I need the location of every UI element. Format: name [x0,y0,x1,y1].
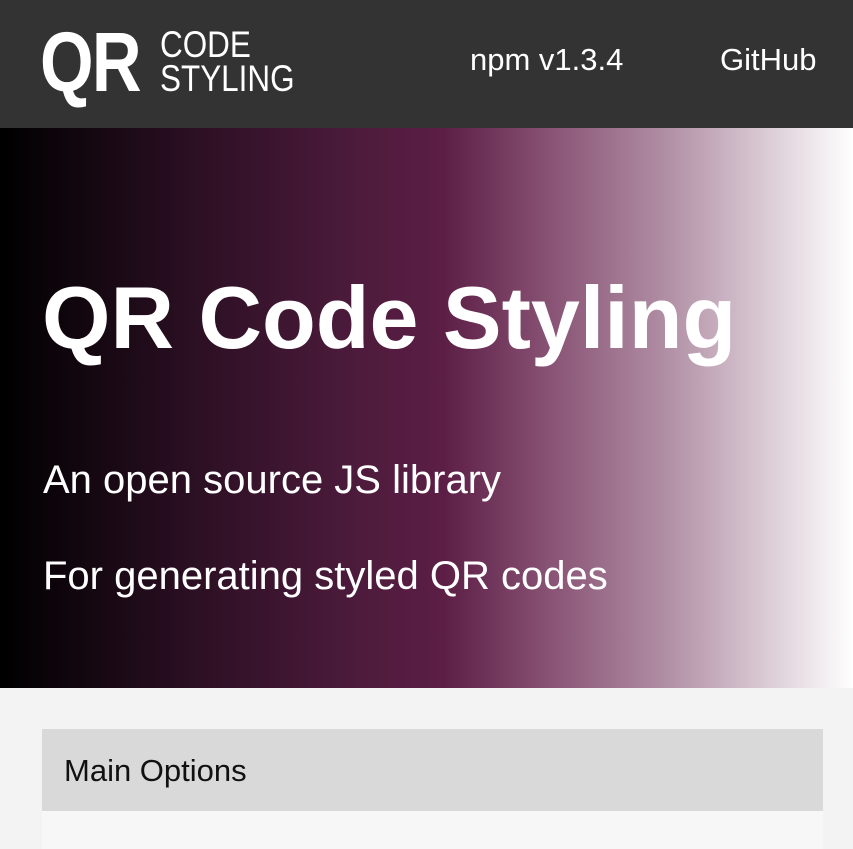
logo-qr-text: QR [40,15,142,109]
site-logo[interactable]: QR CODE STYLING [40,14,318,110]
top-navbar: QR CODE STYLING npm v1.3.4 GitHub [0,0,853,128]
main-options-label: Main Options [64,753,247,788]
logo-wordmark: CODE STYLING [160,24,318,99]
hero-banner: QR Code Styling An open source JS librar… [0,128,853,688]
github-link[interactable]: GitHub [720,40,816,80]
hero-subtitle-line1: An open source JS library [43,458,502,502]
main-options-accordion-header[interactable]: Main Options [42,729,823,811]
logo-line-code: CODE [160,24,251,65]
hero-subtitle-line2: For generating styled QR codes [43,554,608,598]
npm-version-link[interactable]: npm v1.3.4 [470,40,623,80]
main-options-panel-body [42,811,823,849]
hero-title: QR Code Styling [42,268,737,367]
logo-line-styling: STYLING [160,58,295,99]
